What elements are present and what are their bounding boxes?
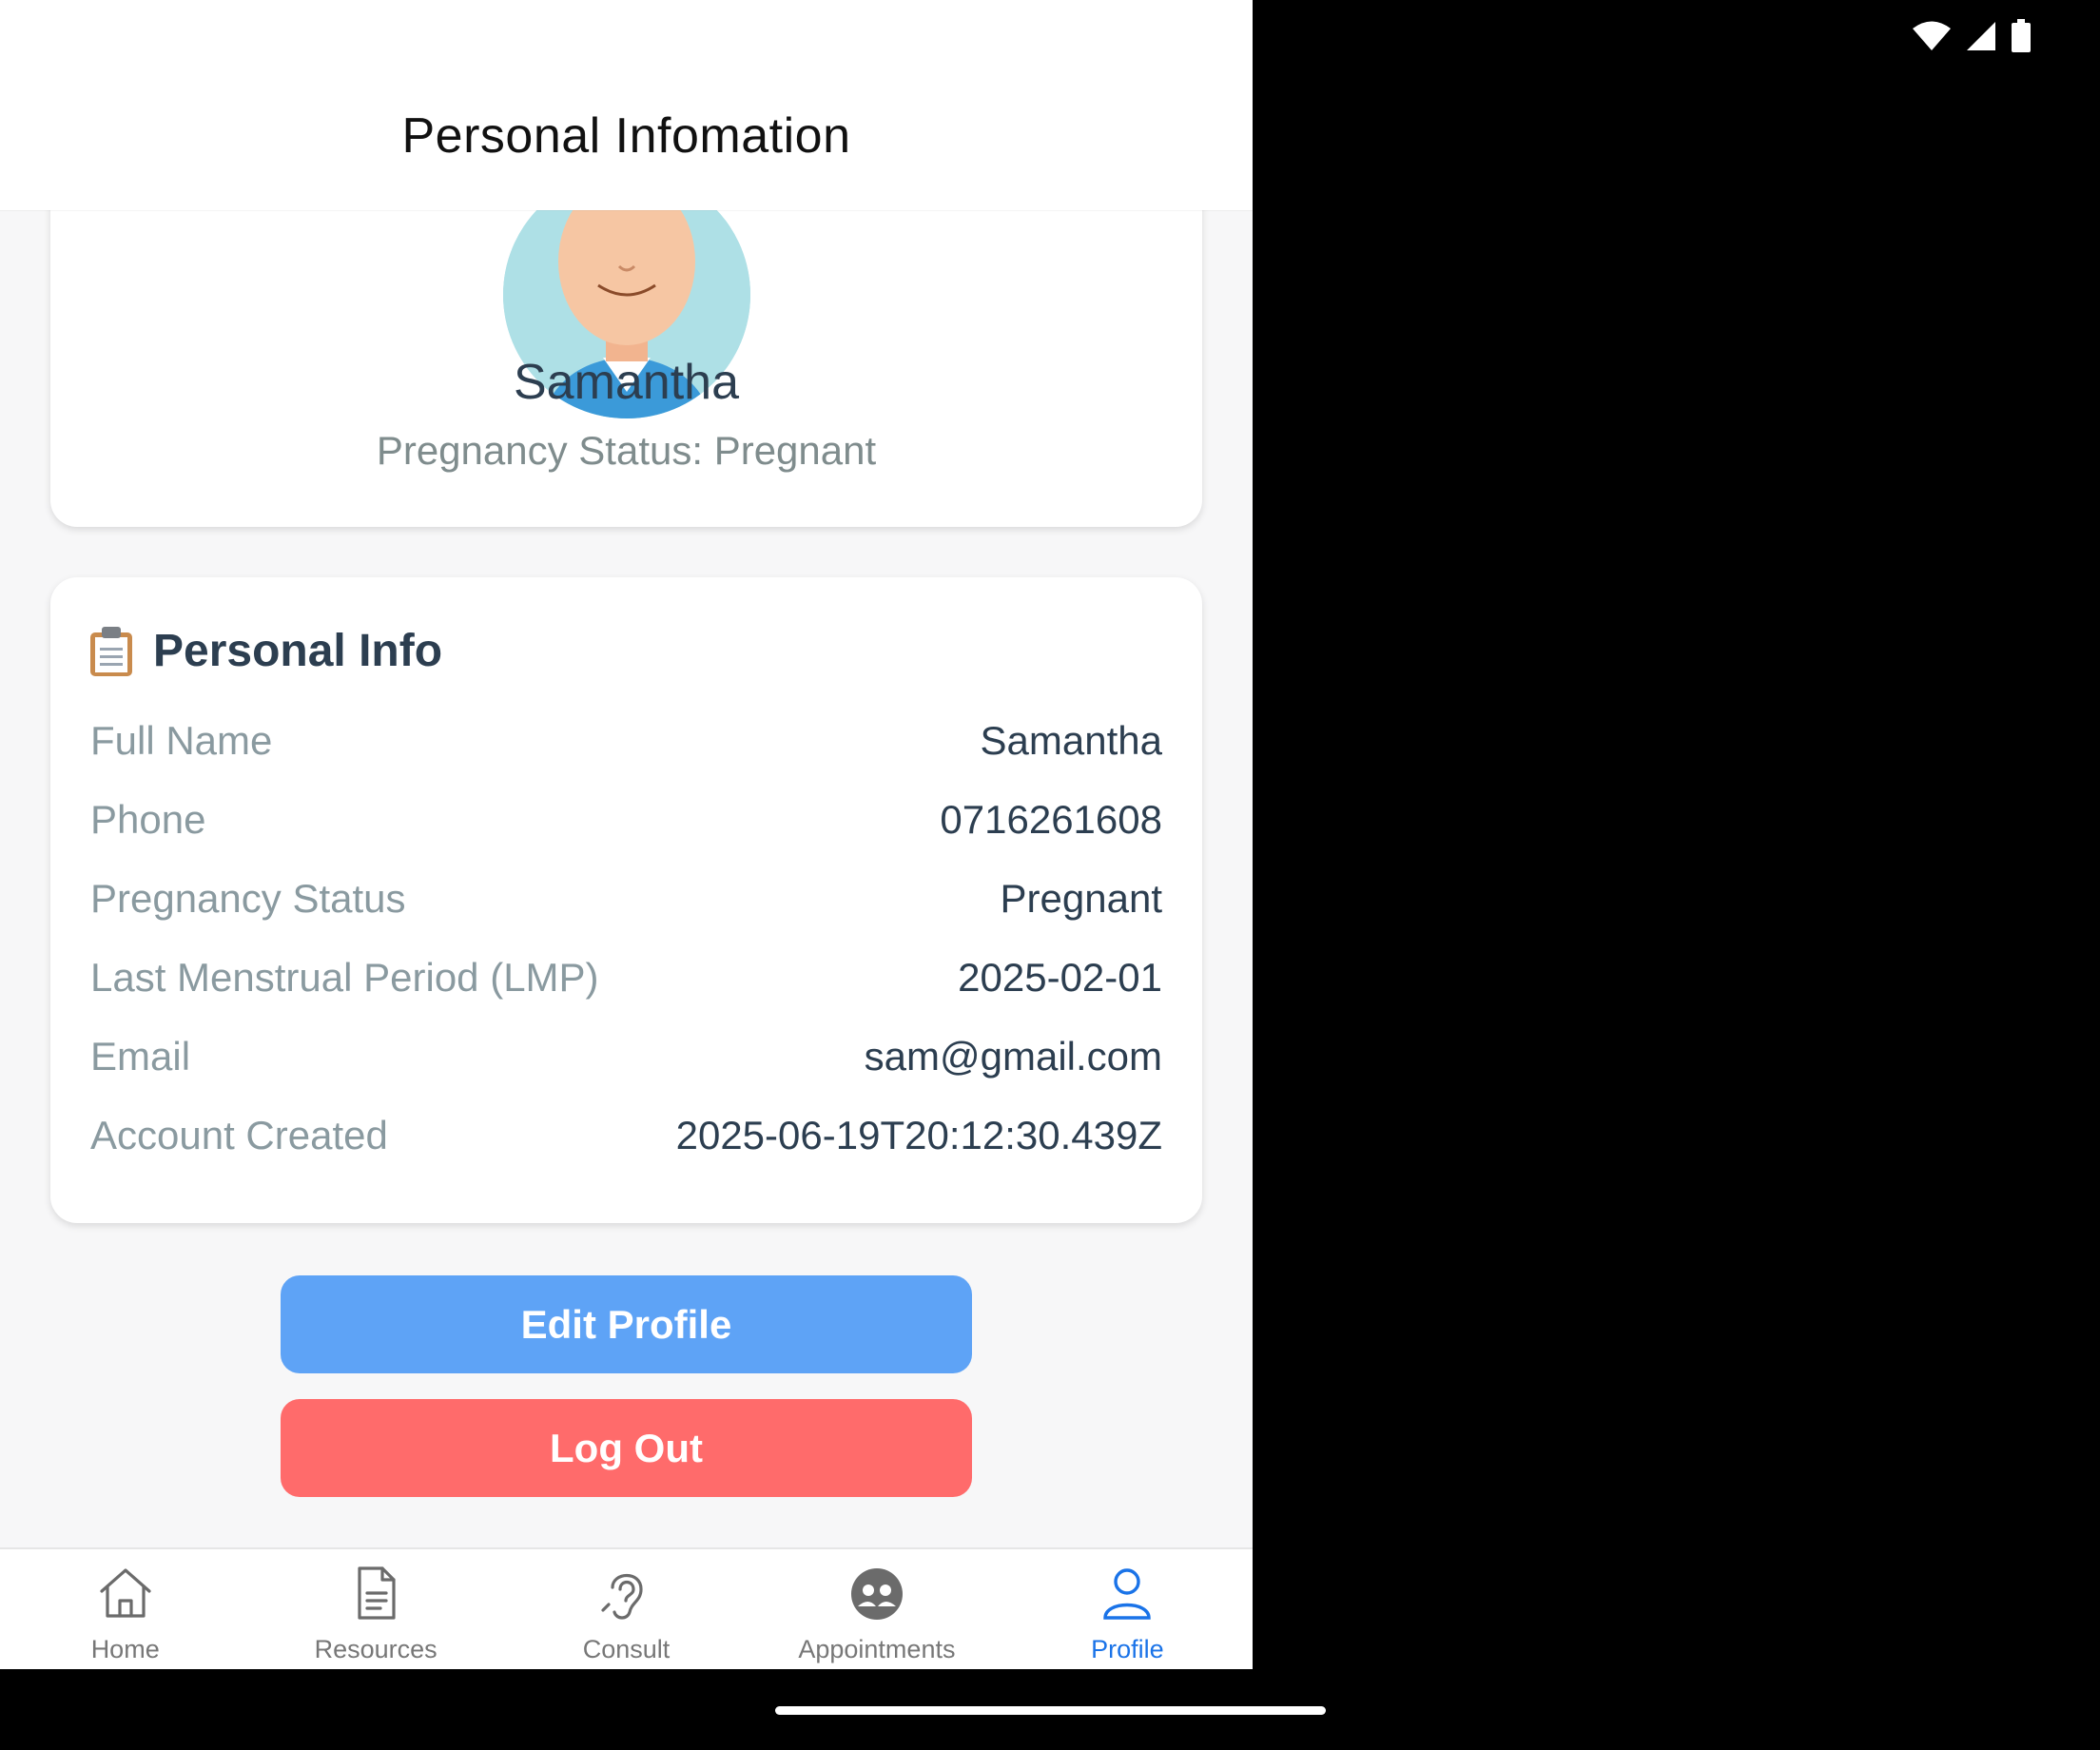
edit-profile-button[interactable]: Edit Profile: [281, 1275, 972, 1373]
person-icon: [1103, 1568, 1152, 1620]
row-label: Email: [90, 1033, 191, 1079]
info-row-phone: Phone 0716261608: [90, 780, 1162, 859]
row-label: Last Menstrual Period (LMP): [90, 954, 599, 1000]
bottom-tab-bar: Home Resources Consult Appointments Prof…: [0, 1547, 1253, 1669]
personal-info-title: Personal Info: [153, 626, 443, 676]
people-icon: [850, 1568, 903, 1620]
home-icon: [100, 1568, 151, 1618]
row-value: Pregnant: [1000, 875, 1162, 921]
personal-info-card: Personal Info Full Name Samantha Phone 0…: [50, 577, 1202, 1223]
info-row-account-created: Account Created 2025-06-19T20:12:30.439Z: [90, 1096, 1162, 1175]
clipboard-icon: [90, 626, 132, 676]
profile-name: Samantha: [513, 355, 740, 410]
info-row-email: Email sam@gmail.com: [90, 1017, 1162, 1096]
info-rows: Full Name Samantha Phone 0716261608 Preg…: [90, 701, 1162, 1175]
row-value: Samantha: [980, 717, 1162, 763]
tab-label: Appointments: [798, 1635, 956, 1663]
tab-appointments[interactable]: Appointments: [751, 1549, 1001, 1669]
tab-profile[interactable]: Profile: [1002, 1549, 1253, 1669]
row-label: Phone: [90, 796, 206, 842]
row-label: Full Name: [90, 717, 273, 763]
row-value: 0716261608: [940, 796, 1162, 842]
pregnancy-status-line: Pregnancy Status: Pregnant: [376, 428, 877, 473]
row-value: sam@gmail.com: [864, 1033, 1162, 1079]
tab-resources[interactable]: Resources: [250, 1549, 500, 1669]
tab-label: Consult: [582, 1635, 671, 1663]
battery-icon: [2012, 19, 2031, 52]
info-row-pregnancy-status: Pregnancy Status Pregnant: [90, 859, 1162, 938]
home-indicator[interactable]: [775, 1706, 1326, 1715]
wifi-icon: [1913, 21, 1951, 50]
page-title: Personal Infomation: [401, 108, 851, 164]
info-row-full-name: Full Name Samantha: [90, 701, 1162, 780]
tab-home[interactable]: Home: [0, 1549, 250, 1669]
system-status-icons: [1912, 19, 2032, 53]
row-label: Account Created: [90, 1112, 388, 1157]
row-label: Pregnancy Status: [90, 875, 406, 921]
app-screen: Samantha Pregnancy Status: Pregnant Pers…: [0, 0, 1253, 1669]
tab-label: Home: [90, 1635, 160, 1663]
page-header: Personal Infomation: [0, 0, 1253, 210]
tab-label: Resources: [314, 1635, 438, 1663]
ear-icon: [600, 1574, 643, 1620]
info-row-lmp: Last Menstrual Period (LMP) 2025-02-01: [90, 938, 1162, 1017]
log-out-button[interactable]: Log Out: [281, 1399, 972, 1497]
row-value: 2025-02-01: [958, 954, 1162, 1000]
tab-label: Profile: [1091, 1635, 1164, 1663]
tab-consult[interactable]: Consult: [501, 1549, 751, 1669]
document-icon: [358, 1566, 396, 1620]
personal-info-heading: Personal Info: [90, 625, 442, 677]
cellular-signal-icon: [1967, 22, 1995, 50]
row-value: 2025-06-19T20:12:30.439Z: [675, 1112, 1162, 1157]
